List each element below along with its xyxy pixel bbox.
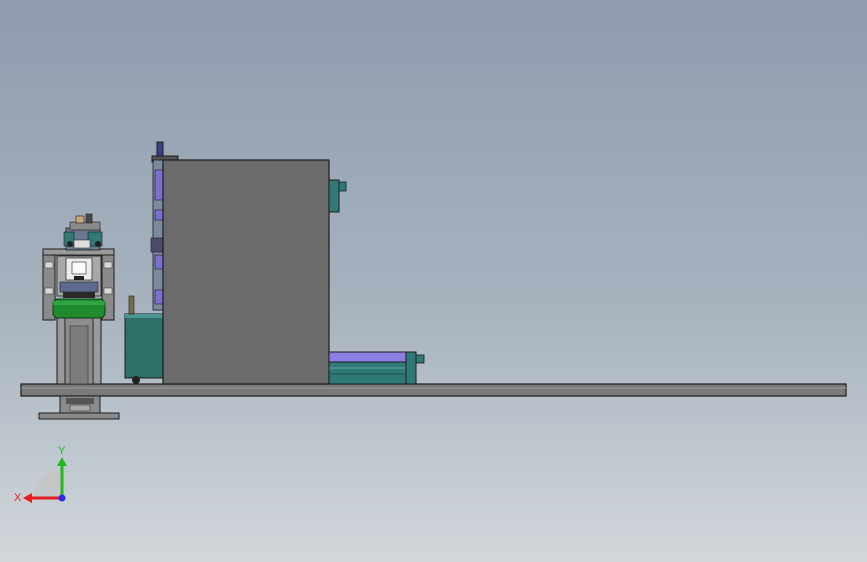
coordinate-triad: Y X bbox=[14, 445, 67, 504]
x-axis-label: X bbox=[14, 492, 22, 504]
cabinet[interactable] bbox=[124, 141, 347, 385]
press-assembly[interactable] bbox=[42, 213, 115, 385]
linear-conveyor[interactable] bbox=[328, 351, 425, 385]
cad-viewport[interactable]: Y X bbox=[0, 0, 867, 562]
assembly-side-view[interactable] bbox=[0, 0, 867, 562]
base-plate[interactable] bbox=[20, 383, 847, 397]
y-axis-head-icon bbox=[57, 457, 67, 466]
z-axis-icon bbox=[58, 494, 66, 502]
x-axis-head-icon bbox=[23, 493, 32, 503]
y-axis-label: Y bbox=[58, 445, 66, 457]
triad-plane-icon bbox=[34, 470, 62, 498]
lower-support[interactable] bbox=[38, 395, 120, 420]
